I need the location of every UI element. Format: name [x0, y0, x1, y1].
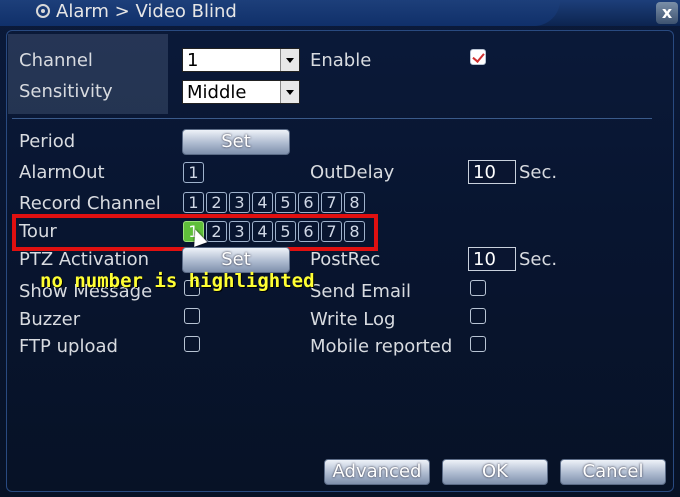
gear-icon: [36, 4, 50, 18]
ok-button[interactable]: OK: [442, 459, 548, 485]
alarm-out-1[interactable]: 1: [183, 162, 204, 183]
sensitivity-label: Sensitivity: [19, 81, 113, 102]
period-label: Period: [19, 131, 76, 152]
window-title: Alarm > Video Blind: [56, 1, 237, 22]
cancel-button[interactable]: Cancel: [560, 459, 666, 485]
chevron-down-icon: [280, 49, 299, 71]
write-log-checkbox[interactable]: [470, 308, 486, 324]
record-channel-4[interactable]: 4: [252, 192, 273, 213]
close-button[interactable]: x: [656, 2, 678, 24]
out-delay-label: OutDelay: [310, 162, 395, 183]
out-delay-input[interactable]: 10: [468, 160, 516, 184]
record-channel-8[interactable]: 8: [344, 192, 365, 213]
advanced-button[interactable]: Advanced: [324, 459, 430, 485]
mobile-reported-label: Mobile reported: [310, 336, 453, 357]
buzzer-checkbox[interactable]: [184, 308, 200, 324]
ptz-activation-label: PTZ Activation: [19, 249, 150, 270]
record-channel-6[interactable]: 6: [298, 192, 319, 213]
sensitivity-select[interactable]: Middle: [182, 80, 300, 104]
record-channel-label: Record Channel: [19, 193, 161, 214]
channel-label: Channel: [19, 50, 93, 71]
record-channel-1[interactable]: 1: [183, 192, 204, 213]
chevron-down-icon: [280, 81, 299, 103]
divider: [12, 118, 652, 119]
send-email-checkbox[interactable]: [470, 280, 486, 296]
video-blind-window: Alarm > Video Blind x Channel 1 Enable S…: [0, 0, 680, 497]
annotation-text: no number is highlighted: [40, 270, 315, 292]
enable-checkbox[interactable]: [470, 49, 486, 65]
send-email-label: Send Email: [310, 281, 411, 302]
buzzer-label: Buzzer: [19, 309, 81, 330]
channel-select[interactable]: 1: [182, 48, 300, 72]
mobile-reported-checkbox[interactable]: [470, 336, 486, 352]
sensitivity-value: Middle: [187, 82, 247, 103]
channel-value: 1: [187, 50, 199, 71]
record-channel-5[interactable]: 5: [275, 192, 296, 213]
post-rec-unit: Sec.: [519, 249, 558, 270]
alarm-out-label: AlarmOut: [19, 162, 105, 183]
label-band: [8, 34, 168, 114]
record-channel-2[interactable]: 2: [206, 192, 227, 213]
post-rec-label: PostRec: [310, 249, 381, 270]
record-channel-3[interactable]: 3: [229, 192, 250, 213]
out-delay-value: 10: [473, 162, 496, 183]
title-bar: Alarm > Video Blind x: [0, 0, 680, 26]
period-set-button[interactable]: Set: [182, 129, 290, 155]
enable-label: Enable: [310, 50, 372, 71]
ftp-upload-label: FTP upload: [19, 336, 118, 357]
ftp-upload-checkbox[interactable]: [184, 336, 200, 352]
out-delay-unit: Sec.: [519, 162, 558, 183]
write-log-label: Write Log: [310, 309, 396, 330]
post-rec-input[interactable]: 10: [468, 247, 516, 271]
record-channel-7[interactable]: 7: [321, 192, 342, 213]
post-rec-value: 10: [473, 249, 496, 270]
